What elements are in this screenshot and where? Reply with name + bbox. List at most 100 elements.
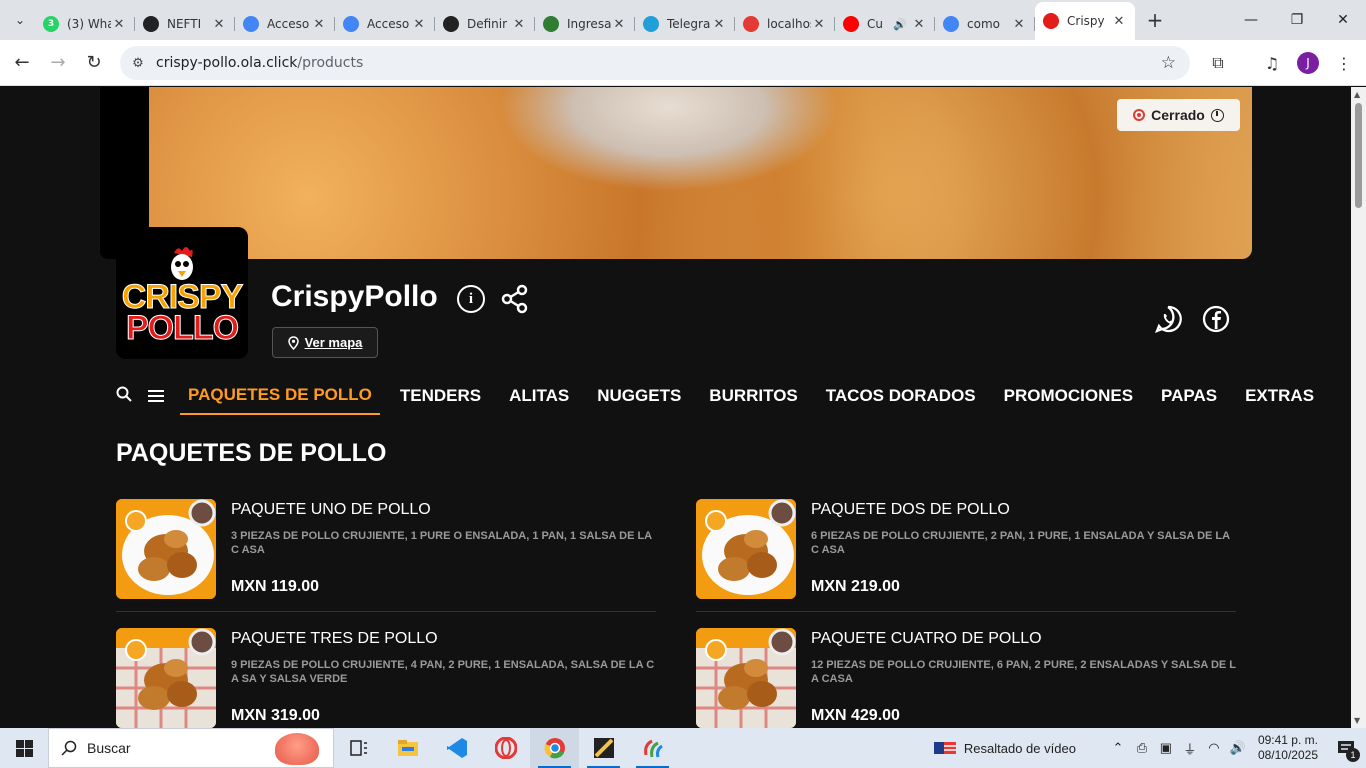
news-flag-icon (933, 742, 956, 754)
share-icon[interactable] (500, 284, 530, 314)
extensions-icon[interactable]: ⧉ (1200, 40, 1236, 86)
openai-icon (443, 16, 459, 32)
scroll-up-icon[interactable]: ▲ (1354, 90, 1360, 99)
close-window-button[interactable]: ✕ (1320, 0, 1366, 40)
taskbar-search[interactable]: Buscar (48, 728, 334, 768)
tab-close-icon[interactable]: ✕ (611, 17, 627, 32)
chrome-icon[interactable] (530, 728, 579, 768)
browser-tab[interactable]: Telegram✕ (635, 8, 735, 40)
start-button[interactable] (0, 728, 48, 768)
category-tab[interactable]: EXTRAS (1237, 377, 1322, 415)
tab-close-icon[interactable]: ✕ (1011, 17, 1027, 32)
view-map-button[interactable]: Ver mapa (272, 327, 378, 358)
notifications-icon[interactable]: 1 (1332, 728, 1360, 768)
youtube-icon (843, 16, 859, 32)
tab-close-icon[interactable]: ✕ (511, 17, 527, 32)
news-label[interactable]: Resaltado de vídeo (964, 741, 1076, 756)
restore-button[interactable]: ❐ (1274, 0, 1320, 40)
product-card[interactable]: PAQUETE CUATRO DE POLLO 12 PIEZAS DE POLL… (696, 628, 1236, 728)
browser-tab[interactable]: 3 (3) WhatsApp✕ (35, 8, 135, 40)
app-icon (543, 16, 559, 32)
forward-button[interactable]: → (40, 52, 76, 73)
browser-tab[interactable]: localhost✕ (735, 8, 835, 40)
category-tab[interactable]: TACOS DORADOS (818, 377, 984, 415)
media-control-icon[interactable]: ♫ (1254, 40, 1290, 86)
volume-icon[interactable]: 🔊 (1226, 740, 1250, 756)
browser-tab[interactable]: Ingresar✕ (535, 8, 635, 40)
product-card[interactable]: PAQUETE UNO DE POLLO 3 PIEZAS DE POLLO CR… (116, 499, 656, 612)
menu-icon[interactable] (144, 390, 180, 402)
category-tab[interactable]: BURRITOS (701, 377, 805, 415)
tab-title: (3) WhatsApp (67, 17, 111, 31)
bookmark-star-icon[interactable]: ☆ (1161, 53, 1176, 73)
url-text[interactable]: crispy-pollo.ola.click/products (156, 55, 363, 71)
search-icon[interactable] (116, 386, 144, 407)
category-tab[interactable]: ALITAS (501, 377, 577, 415)
tab-close-icon[interactable]: ✕ (311, 17, 327, 32)
scrollbar-thumb[interactable] (1355, 103, 1362, 208)
tab-title: Crispy (1067, 14, 1105, 28)
task-view-icon[interactable] (334, 728, 383, 768)
search-icon (61, 740, 77, 756)
opera-icon[interactable] (481, 728, 530, 768)
tab-close-icon[interactable]: ✕ (411, 17, 427, 32)
file-explorer-icon[interactable] (383, 728, 432, 768)
back-button[interactable]: ← (4, 52, 40, 73)
plug-icon[interactable]: ⏚ (1178, 739, 1202, 758)
google-icon (243, 16, 259, 32)
category-tab[interactable]: PROMOCIONES (996, 377, 1141, 415)
minimize-button[interactable]: — (1228, 0, 1274, 40)
wifi-icon[interactable]: ◠ (1202, 740, 1226, 756)
product-card[interactable]: PAQUETE TRES DE POLLO 9 PIEZAS DE POLLO C… (116, 628, 656, 728)
browser-tab[interactable]: Acceso ✕ (235, 8, 335, 40)
battery-settings-icon[interactable]: ▣ (1154, 740, 1178, 756)
tab-search-button[interactable]: ⌄ (5, 5, 35, 35)
meet-now-icon[interactable]: ⎙ (1130, 740, 1154, 756)
tab-close-icon[interactable]: ✕ (711, 17, 727, 32)
sticky-notes-icon[interactable] (579, 728, 628, 768)
product-description: 6 PIEZAS DE POLLO CRUJIENTE, 2 PAN, 1 PU… (811, 530, 1230, 556)
profile-avatar[interactable]: J (1290, 40, 1326, 86)
scroll-down-icon[interactable]: ▼ (1354, 716, 1360, 725)
tab-title: NEFTI (167, 17, 202, 31)
category-tab[interactable]: PAPAS (1153, 377, 1225, 415)
browser-tab[interactable]: Crispy ✕ (1035, 2, 1135, 40)
info-icon[interactable]: i (457, 285, 485, 313)
section-title: PAQUETES DE POLLO (116, 439, 387, 467)
store-status-badge[interactable]: Cerrado (1117, 99, 1240, 131)
browser-tab[interactable]: como ✕ (935, 8, 1035, 40)
app-swirl-icon[interactable] (628, 728, 677, 768)
vscode-icon[interactable] (432, 728, 481, 768)
reload-button[interactable]: ↻ (76, 52, 112, 73)
clock-icon (1210, 108, 1224, 122)
category-tab[interactable]: TENDERS (392, 377, 489, 415)
product-price: MXN 219.00 (811, 578, 900, 595)
whatsapp-icon[interactable] (1154, 305, 1182, 333)
site-info-icon[interactable]: ⚙ (120, 56, 156, 71)
windows-taskbar: Buscar Resaltado de vídeo ⌃ ⎙ ▣ ⏚ ◠ 🔊 09… (0, 728, 1366, 768)
tab-close-icon[interactable]: ✕ (111, 17, 127, 32)
category-tab[interactable]: NUGGETS (589, 377, 689, 415)
tray-chevron-icon[interactable]: ⌃ (1106, 740, 1130, 756)
product-card[interactable]: PAQUETE DOS DE POLLO 6 PIEZAS DE POLLO CR… (696, 499, 1236, 612)
browser-tab[interactable]: NEFTI ✕ (135, 8, 235, 40)
address-bar[interactable]: ⚙ crispy-pollo.ola.click/products ☆ (120, 46, 1190, 80)
new-tab-button[interactable]: + (1141, 8, 1169, 32)
browser-tab[interactable]: Acceso ✕ (335, 8, 435, 40)
tab-close-icon[interactable]: ✕ (1111, 14, 1127, 29)
tab-close-icon[interactable]: ✕ (811, 17, 827, 32)
store-logo: CRISPY POLLO (116, 227, 248, 359)
category-tab[interactable]: PAQUETES DE POLLO (180, 377, 380, 415)
chrome-menu-icon[interactable]: ⋮ (1326, 40, 1362, 86)
url-path: /products (297, 55, 364, 71)
clock-time: 09:41 p. m. (1257, 733, 1318, 747)
browser-tab[interactable]: Definir ✕ (435, 8, 535, 40)
page-scrollbar[interactable]: ▲ ▼ (1351, 87, 1366, 728)
tab-close-icon[interactable]: ✕ (211, 17, 227, 32)
browser-tab[interactable]: Cu 🔊 ✕ (835, 8, 935, 40)
tab-audio-icon[interactable]: 🔊 (893, 18, 907, 31)
system-tray: Resaltado de vídeo ⌃ ⎙ ▣ ⏚ ◠ 🔊 09:41 p. … (933, 728, 1366, 768)
taskbar-clock[interactable]: 09:41 p. m. 08/10/2025 (1258, 733, 1318, 763)
tab-close-icon[interactable]: ✕ (911, 17, 927, 32)
facebook-icon[interactable] (1202, 305, 1230, 333)
